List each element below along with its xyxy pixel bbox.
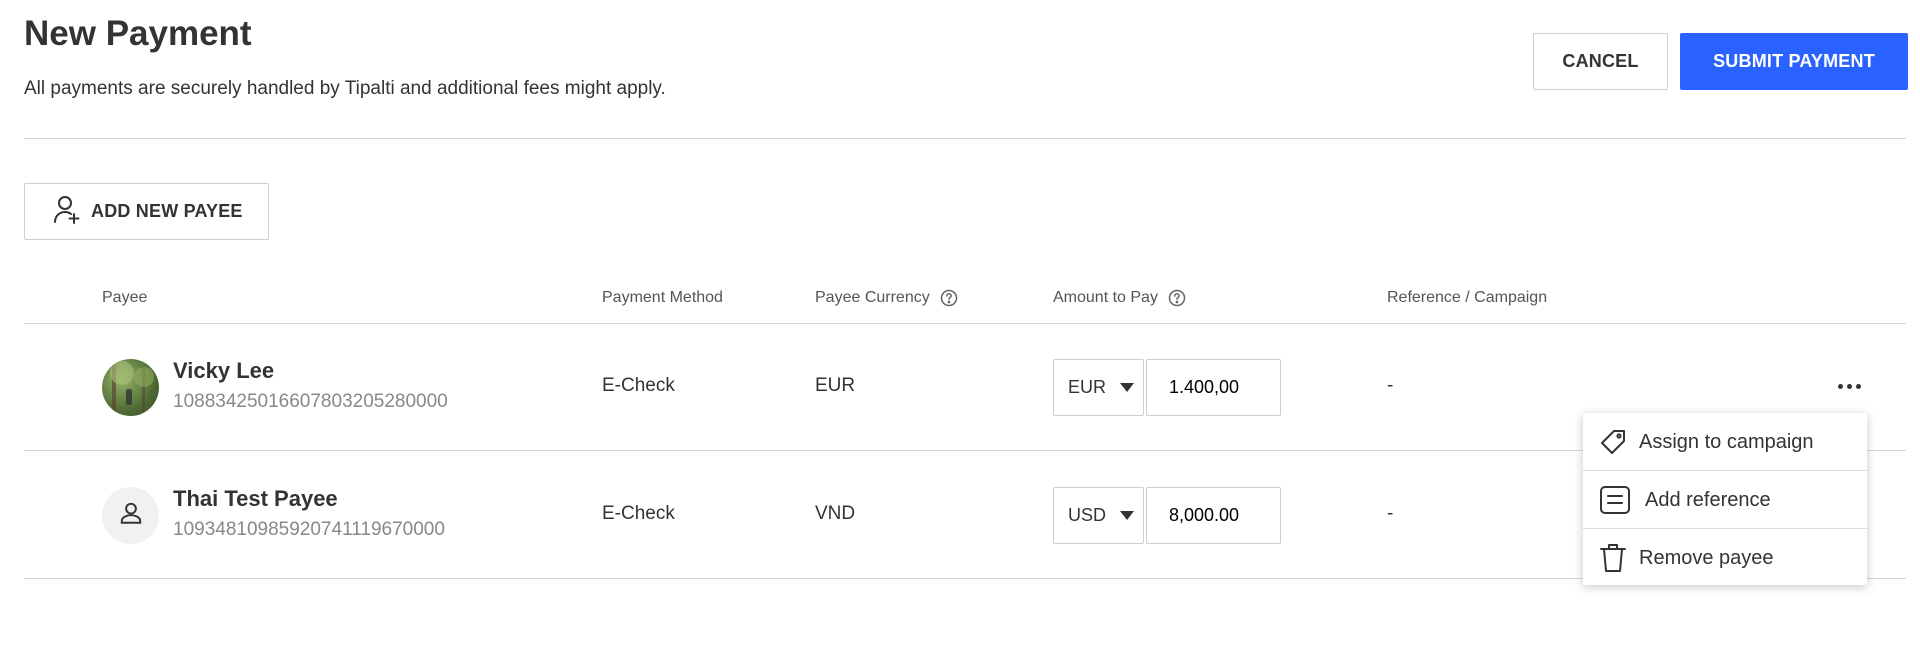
trash-icon [1600, 544, 1626, 572]
cancel-button[interactable]: CANCEL [1533, 33, 1668, 90]
user-icon [118, 500, 144, 531]
amount-input[interactable] [1146, 487, 1281, 544]
column-header-amount-to-pay: Amount to Pay [1053, 289, 1186, 307]
column-header-label: Amount to Pay [1053, 289, 1158, 306]
page-title: New Payment [24, 14, 252, 53]
payee-name: Vicky Lee [173, 358, 275, 383]
column-header-reference: Reference / Campaign [1387, 289, 1547, 307]
column-header-payment-method: Payment Method [602, 289, 723, 307]
new-payment-page: New Payment All payments are securely ha… [24, 0, 1908, 659]
note-icon [1600, 486, 1630, 514]
payment-method: E-Check [602, 503, 675, 524]
help-icon[interactable] [1168, 289, 1186, 307]
payee-id: 10883425016607803205280000 [173, 391, 448, 412]
amount-input[interactable] [1146, 359, 1281, 416]
column-header-label: Payment Method [602, 289, 723, 306]
payment-method: E-Check [602, 375, 675, 396]
add-new-payee-button[interactable]: ADD NEW PAYEE [24, 183, 269, 240]
payee-currency: VND [815, 503, 856, 524]
column-header-payee: Payee [102, 289, 147, 307]
menu-item-label: Assign to campaign [1639, 430, 1814, 453]
add-new-payee-label: ADD NEW PAYEE [91, 201, 243, 221]
tag-icon [1601, 430, 1625, 454]
row-actions-menu: Assign to campaign Add reference Remove … [1583, 413, 1867, 585]
amount-currency-select[interactable]: USD [1053, 487, 1144, 544]
header-divider [24, 138, 1906, 139]
menu-item-remove-payee[interactable]: Remove payee [1583, 529, 1867, 587]
menu-item-add-reference[interactable]: Add reference [1583, 471, 1867, 529]
avatar [102, 359, 159, 416]
column-header-payee-currency: Payee Currency [815, 289, 958, 307]
caret-down-icon [1120, 383, 1135, 392]
submit-payment-button[interactable]: SUBMIT PAYMENT [1680, 33, 1908, 90]
payee-currency: EUR [815, 375, 856, 396]
page-subtitle: All payments are securely handled by Tip… [24, 78, 666, 99]
amount-currency-select[interactable]: EUR [1053, 359, 1144, 416]
reference-value: - [1387, 503, 1394, 524]
dot [1837, 383, 1843, 389]
menu-item-assign-to-campaign[interactable]: Assign to campaign [1583, 413, 1867, 471]
payee-id: 10934810985920741119670000 [173, 519, 445, 540]
avatar [102, 487, 159, 544]
add-user-icon [53, 194, 81, 229]
caret-down-icon [1120, 511, 1135, 520]
reference-value: - [1387, 375, 1394, 396]
menu-item-label: Remove payee [1639, 546, 1774, 569]
column-header-label: Reference / Campaign [1387, 289, 1548, 306]
more-options-icon[interactable] [1834, 371, 1864, 401]
payee-name: Thai Test Payee [173, 486, 338, 511]
column-header-label: Payee [102, 289, 148, 306]
dot [1855, 383, 1861, 389]
menu-item-label: Add reference [1645, 488, 1771, 511]
help-icon[interactable] [940, 289, 958, 307]
dot [1846, 383, 1852, 389]
column-header-label: Payee Currency [815, 289, 930, 306]
amount-currency-value: USD [1068, 505, 1107, 525]
amount-currency-value: EUR [1068, 377, 1107, 397]
